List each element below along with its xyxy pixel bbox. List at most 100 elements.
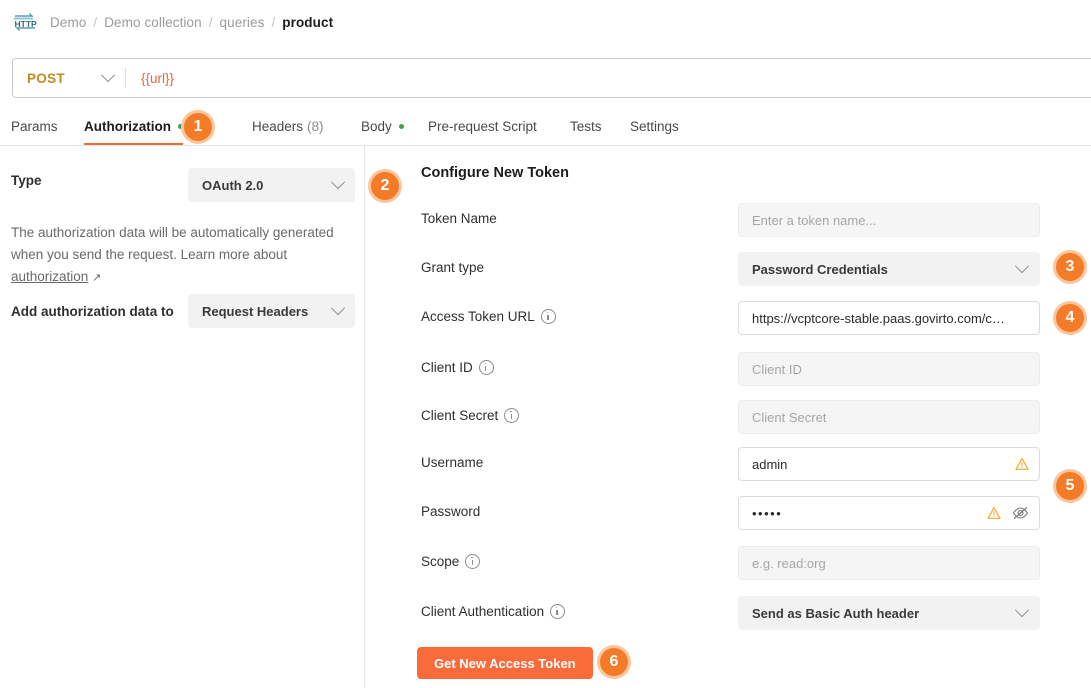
tab-label: Headers <box>252 119 304 134</box>
method-select[interactable]: POST <box>13 59 125 97</box>
field-row-client-secret: Client Secret Client Secret <box>364 400 1091 434</box>
tab-label: Authorization <box>84 119 171 134</box>
grant-type-value: Password Credentials <box>752 261 888 277</box>
breadcrumb-item-1[interactable]: Demo collection <box>104 15 202 30</box>
token-name-input[interactable]: Enter a token name... <box>738 203 1040 237</box>
field-label-text: Client Secret <box>421 408 499 423</box>
chevron-down-icon <box>330 301 346 316</box>
info-icon[interactable] <box>478 360 494 375</box>
tab-label: Body <box>361 119 392 134</box>
field-row-token-name: Token Name Enter a token name... <box>364 203 1091 237</box>
tab-label: Pre-request Script <box>428 119 537 134</box>
warning-icon[interactable] <box>1015 457 1029 471</box>
token-name-label: Token Name <box>421 211 497 226</box>
authorization-description: The authorization data will be automatic… <box>11 222 356 289</box>
field-row-username: Username admin <box>364 447 1091 481</box>
tab-settings[interactable]: Settings <box>630 108 679 145</box>
step-badge-4: 4 <box>1053 301 1087 335</box>
warning-icon[interactable] <box>987 506 1001 520</box>
breadcrumb-item-0[interactable]: Demo <box>50 15 86 30</box>
step-badge-3: 3 <box>1053 250 1087 284</box>
add-authorization-data-value: Request Headers <box>202 303 309 319</box>
eye-off-icon[interactable] <box>1012 506 1029 520</box>
tab-label: Params <box>11 119 58 134</box>
field-row-scope: Scope e.g. read:org <box>364 546 1091 580</box>
page-title: Configure New Token <box>421 165 569 181</box>
client-authentication-select[interactable]: Send as Basic Auth header <box>738 596 1040 630</box>
authorization-left-pane: Type OAuth 2.0 The authorization data wi… <box>0 146 364 688</box>
info-icon[interactable] <box>540 309 556 324</box>
field-row-client-id: Client ID Client ID <box>364 352 1091 386</box>
tab-headers[interactable]: Headers (8) <box>252 108 324 145</box>
get-new-access-token-button[interactable]: Get New Access Token <box>417 647 593 679</box>
client-id-input[interactable]: Client ID <box>738 352 1040 386</box>
chevron-down-icon <box>100 68 116 83</box>
add-authorization-data-select[interactable]: Request Headers <box>188 294 355 328</box>
step-badge-5: 5 <box>1053 469 1087 503</box>
active-tab-underline <box>84 142 183 145</box>
step-badge-6: 6 <box>597 645 631 679</box>
client-secret-label: Client Secret <box>421 408 520 423</box>
modified-dot-icon <box>398 124 404 129</box>
password-label: Password <box>421 504 480 519</box>
tab-pre-request-script[interactable]: Pre-request Script <box>428 108 537 145</box>
tab-authorization[interactable]: Authorization <box>84 108 183 145</box>
access-token-url-input[interactable]: https://vcptcore-stable.paas.govirto.com… <box>738 301 1040 335</box>
http-icon: HTTP <box>12 12 38 32</box>
breadcrumb-separator: / <box>271 14 276 30</box>
scope-placeholder: e.g. read:org <box>752 555 826 571</box>
url-input[interactable]: {{url}} <box>126 59 1091 97</box>
chevron-down-icon <box>1014 259 1030 274</box>
username-input[interactable]: admin <box>738 447 1040 481</box>
configure-new-token-pane: Configure New Token Token Name Enter a t… <box>364 146 1091 688</box>
client-id-label: Client ID <box>421 360 494 375</box>
password-input[interactable]: ••••• <box>738 496 1040 530</box>
type-value: OAuth 2.0 <box>202 177 264 193</box>
type-select[interactable]: OAuth 2.0 <box>188 168 355 202</box>
breadcrumb-separator: / <box>208 14 213 30</box>
external-link-icon: ↗ <box>92 272 102 284</box>
tab-count: (8) <box>307 119 324 134</box>
breadcrumb-item-current[interactable]: product <box>282 15 333 30</box>
info-icon[interactable] <box>504 408 520 423</box>
field-row-grant-type: Grant type Password Credentials <box>364 252 1091 286</box>
client-authentication-label: Client Authentication <box>421 604 566 619</box>
field-label-text: Client ID <box>421 360 473 375</box>
request-tabs: Params Authorization Headers (8) Body Pr… <box>0 108 1091 146</box>
info-icon[interactable] <box>465 554 481 569</box>
step-badge-2: 2 <box>368 169 402 203</box>
method-label: POST <box>27 70 65 86</box>
step-badge-1: 1 <box>181 110 215 144</box>
client-secret-input[interactable]: Client Secret <box>738 400 1040 434</box>
authorization-description-text: The authorization data will be automatic… <box>11 225 334 262</box>
breadcrumb: HTTP Demo / Demo collection / queries / … <box>0 0 1091 44</box>
field-label-text: Password <box>421 504 481 519</box>
tab-tests[interactable]: Tests <box>570 108 602 145</box>
field-label-text: Grant type <box>421 260 485 275</box>
scope-input[interactable]: e.g. read:org <box>738 546 1040 580</box>
field-row-password: Password ••••• <box>364 496 1091 530</box>
client-id-placeholder: Client ID <box>752 361 802 377</box>
type-label: Type <box>11 173 42 188</box>
tab-body[interactable]: Body <box>361 108 404 145</box>
field-row-client-authentication: Client Authentication Send as Basic Auth… <box>364 596 1091 630</box>
info-icon[interactable] <box>550 604 566 619</box>
field-label-text: Client Authentication <box>421 604 545 619</box>
password-value: ••••• <box>752 505 783 521</box>
tab-params[interactable]: Params <box>11 108 58 145</box>
grant-type-label: Grant type <box>421 260 484 275</box>
grant-type-select[interactable]: Password Credentials <box>738 252 1040 286</box>
client-secret-placeholder: Client Secret <box>752 409 827 425</box>
chevron-down-icon <box>1014 603 1030 618</box>
field-label-text: Username <box>421 455 484 470</box>
access-token-url-value: https://vcptcore-stable.paas.govirto.com… <box>752 310 1005 326</box>
access-token-url-label: Access Token URL <box>421 309 556 324</box>
authorization-learn-more-link[interactable]: authorization <box>11 269 88 284</box>
breadcrumb-separator: / <box>93 14 98 30</box>
breadcrumb-item-2[interactable]: queries <box>220 15 265 30</box>
token-name-placeholder: Enter a token name... <box>752 212 877 228</box>
add-authorization-data-label: Add authorization data to <box>11 304 174 319</box>
username-label: Username <box>421 455 483 470</box>
field-label-text: Scope <box>421 554 460 569</box>
chevron-down-icon <box>330 175 346 190</box>
